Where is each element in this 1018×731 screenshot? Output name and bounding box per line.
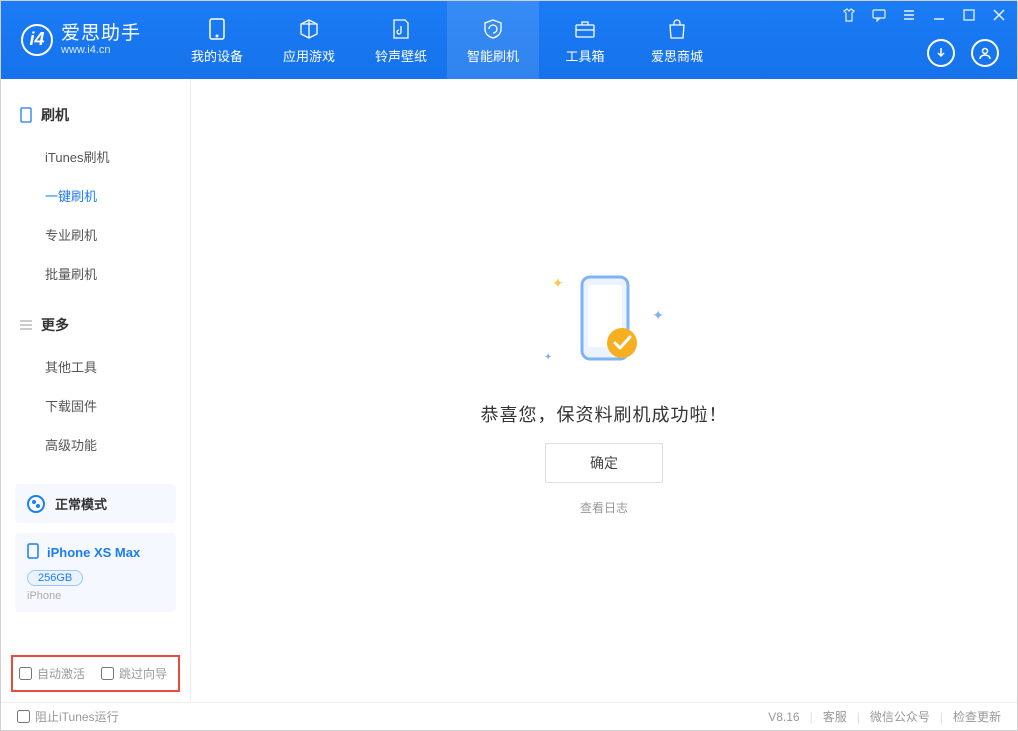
feedback-icon[interactable] bbox=[871, 7, 887, 23]
checkbox-block-itunes[interactable]: 阻止iTunes运行 bbox=[17, 708, 119, 725]
window-controls bbox=[841, 7, 1007, 23]
shirt-icon[interactable] bbox=[841, 7, 857, 23]
checkbox-auto-activate[interactable]: 自动激活 bbox=[19, 665, 85, 682]
success-illustration: ✦ ✦ ✦ bbox=[544, 265, 664, 385]
device-mode-label: 正常模式 bbox=[55, 494, 107, 513]
app-header: i4 爱思助手 www.i4.cn 我的设备 应用游戏 铃声壁纸 智能刷机 工具… bbox=[1, 1, 1017, 79]
device-capacity: 256GB bbox=[27, 570, 83, 586]
success-message: 恭喜您，保资料刷机成功啦！ bbox=[481, 401, 728, 427]
nav-bar: 我的设备 应用游戏 铃声壁纸 智能刷机 工具箱 爱思商城 bbox=[171, 1, 723, 79]
main-content: ✦ ✦ ✦ 恭喜您，保资料刷机成功啦！ 确定 查看日志 bbox=[191, 79, 1017, 702]
sparkle-icon: ✦ bbox=[652, 307, 664, 324]
nav-label: 铃声壁纸 bbox=[375, 46, 427, 65]
bag-icon bbox=[664, 16, 690, 42]
device-mode-card[interactable]: 正常模式 bbox=[15, 484, 176, 523]
nav-store[interactable]: 爱思商城 bbox=[631, 1, 723, 79]
nav-label: 智能刷机 bbox=[467, 46, 519, 65]
nav-ringtones[interactable]: 铃声壁纸 bbox=[355, 1, 447, 79]
phone-icon bbox=[204, 16, 230, 42]
device-card[interactable]: iPhone XS Max 256GB iPhone bbox=[15, 533, 176, 612]
phone-small-icon bbox=[19, 108, 33, 122]
nav-label: 我的设备 bbox=[191, 46, 243, 65]
sidebar-item-advanced[interactable]: 高级功能 bbox=[1, 425, 190, 464]
nav-my-device[interactable]: 我的设备 bbox=[171, 1, 263, 79]
minimize-icon[interactable] bbox=[931, 7, 947, 23]
nav-label: 应用游戏 bbox=[283, 46, 335, 65]
sidebar-section-flash: 刷机 bbox=[1, 97, 190, 133]
view-log-link[interactable]: 查看日志 bbox=[580, 499, 628, 516]
toolbox-icon bbox=[572, 16, 598, 42]
refresh-shield-icon bbox=[480, 16, 506, 42]
sidebar: 刷机 iTunes刷机 一键刷机 专业刷机 批量刷机 更多 其他工具 下载固件 … bbox=[1, 79, 191, 702]
section-title: 刷机 bbox=[41, 105, 69, 125]
device-type: iPhone bbox=[27, 590, 164, 602]
app-name: 爱思助手 bbox=[61, 24, 141, 45]
checkbox-skip-guide[interactable]: 跳过向导 bbox=[101, 665, 167, 682]
app-url: www.i4.cn bbox=[61, 44, 141, 56]
sparkle-icon: ✦ bbox=[544, 352, 552, 363]
sidebar-item-download-firmware[interactable]: 下载固件 bbox=[1, 386, 190, 425]
section-title: 更多 bbox=[41, 315, 69, 335]
check-update-link[interactable]: 检查更新 bbox=[953, 708, 1001, 725]
wechat-link[interactable]: 微信公众号 bbox=[870, 708, 930, 725]
highlighted-checkbox-area: 自动激活 跳过向导 bbox=[11, 655, 180, 692]
nav-label: 爱思商城 bbox=[651, 46, 703, 65]
version-label: V8.16 bbox=[768, 710, 799, 724]
sidebar-section-more: 更多 bbox=[1, 307, 190, 343]
download-button[interactable] bbox=[927, 39, 955, 67]
sidebar-item-other-tools[interactable]: 其他工具 bbox=[1, 347, 190, 386]
cube-icon bbox=[296, 16, 322, 42]
support-link[interactable]: 客服 bbox=[823, 708, 847, 725]
sidebar-item-batch-flash[interactable]: 批量刷机 bbox=[1, 254, 190, 293]
music-file-icon bbox=[388, 16, 414, 42]
sidebar-item-itunes-flash[interactable]: iTunes刷机 bbox=[1, 137, 190, 176]
device-name: iPhone XS Max bbox=[47, 545, 140, 560]
phone-outline-icon bbox=[27, 543, 39, 562]
nav-label: 工具箱 bbox=[566, 46, 605, 65]
header-actions bbox=[927, 39, 999, 67]
status-bar: 阻止iTunes运行 V8.16 | 客服 | 微信公众号 | 检查更新 bbox=[1, 702, 1017, 730]
sidebar-item-oneclick-flash[interactable]: 一键刷机 bbox=[1, 176, 190, 215]
nav-toolbox[interactable]: 工具箱 bbox=[539, 1, 631, 79]
logo-icon: i4 bbox=[21, 24, 53, 56]
close-icon[interactable] bbox=[991, 7, 1007, 23]
nav-apps[interactable]: 应用游戏 bbox=[263, 1, 355, 79]
sparkle-icon: ✦ bbox=[552, 275, 564, 292]
nav-flash[interactable]: 智能刷机 bbox=[447, 1, 539, 79]
mode-icon bbox=[27, 495, 45, 513]
confirm-button[interactable]: 确定 bbox=[545, 443, 663, 483]
maximize-icon[interactable] bbox=[961, 7, 977, 23]
list-icon bbox=[19, 318, 33, 332]
logo: i4 爱思助手 www.i4.cn bbox=[21, 24, 141, 57]
menu-icon[interactable] bbox=[901, 7, 917, 23]
user-button[interactable] bbox=[971, 39, 999, 67]
sidebar-item-pro-flash[interactable]: 专业刷机 bbox=[1, 215, 190, 254]
